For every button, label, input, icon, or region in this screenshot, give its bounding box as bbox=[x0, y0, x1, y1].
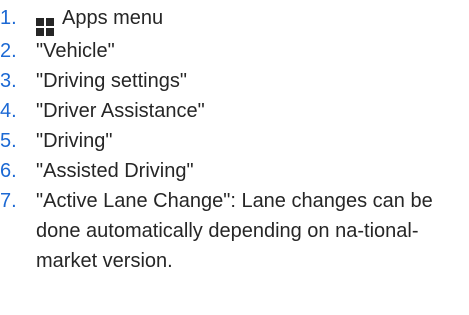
instruction-steps: 1. Apps menu 2. "Vehicle" 3. "Driving se… bbox=[0, 0, 469, 276]
step-5: 5. "Driving" bbox=[0, 126, 456, 156]
step-text: Apps menu bbox=[62, 7, 164, 29]
step-7: 7. "Active Lane Change": Lane changes ca… bbox=[0, 186, 456, 276]
step-number: 2. bbox=[0, 40, 17, 62]
step-text: "Assisted Driving" bbox=[36, 160, 194, 182]
step-6: 6. "Assisted Driving" bbox=[0, 156, 456, 186]
step-4: 4. "Driver Assistance" bbox=[0, 96, 456, 126]
step-number: 3. bbox=[0, 70, 17, 92]
step-number: 1. bbox=[0, 7, 17, 29]
step-1: 1. Apps menu bbox=[0, 3, 456, 36]
step-number: 5. bbox=[0, 130, 17, 152]
step-number: 6. bbox=[0, 160, 17, 182]
apps-grid-icon bbox=[36, 18, 54, 36]
step-text: "Vehicle" bbox=[36, 40, 115, 62]
step-number: 4. bbox=[0, 100, 17, 122]
step-text: "Driver Assistance" bbox=[36, 100, 205, 122]
step-number: 7. bbox=[0, 190, 17, 212]
step-3: 3. "Driving settings" bbox=[0, 66, 456, 96]
step-text: "Driving" bbox=[36, 130, 113, 152]
step-text: "Driving settings" bbox=[36, 70, 187, 92]
step-text: "Active Lane Change": Lane changes can b… bbox=[36, 190, 433, 272]
step-2: 2. "Vehicle" bbox=[0, 36, 456, 66]
